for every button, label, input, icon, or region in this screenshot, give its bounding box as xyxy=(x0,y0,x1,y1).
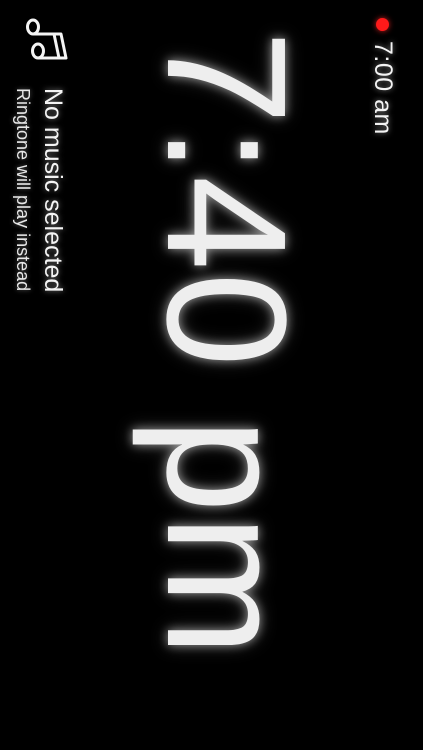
music-subtitle: Ringtone will play instead xyxy=(13,88,33,292)
music-note-icon xyxy=(23,16,69,62)
alarm-dot-icon xyxy=(376,18,389,31)
current-time: 7:40 pm xyxy=(131,30,321,659)
music-title: No music selected xyxy=(39,88,67,293)
clock-screen: 7:00 am 7:40 pm No music selected Ringto… xyxy=(0,0,423,750)
alarm-time: 7:00 am xyxy=(369,41,397,135)
music-selection[interactable]: No music selected Ringtone will play ins… xyxy=(3,16,73,416)
alarm-indicator[interactable]: 7:00 am xyxy=(368,18,397,135)
landscape-stage: 7:00 am 7:40 pm No music selected Ringto… xyxy=(0,0,423,750)
